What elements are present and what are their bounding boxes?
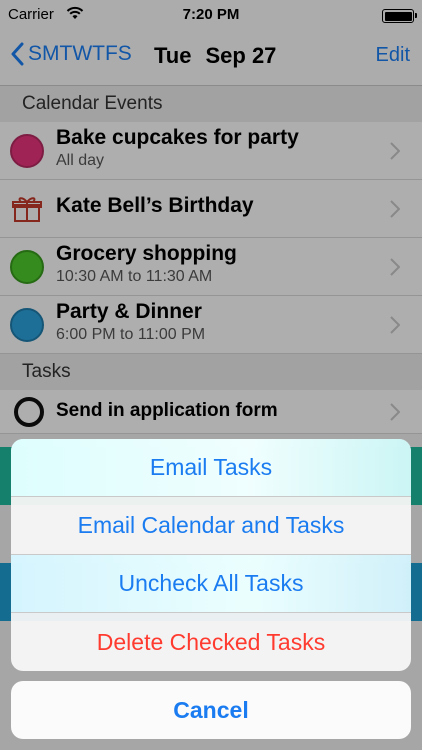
uncheck-all-label: Uncheck All Tasks	[118, 570, 304, 596]
action-sheet: Email Tasks Email Calendar and Tasks Unc…	[11, 439, 411, 671]
email-tasks-label: Email Tasks	[149, 454, 273, 480]
uncheck-all-tasks-button[interactable]: Uncheck All Tasks	[11, 555, 411, 613]
delete-checked-label: Delete Checked Tasks	[96, 628, 326, 655]
email-calendar-label: Email Calendar and Tasks	[77, 512, 345, 538]
email-calendar-tasks-button[interactable]: Email Calendar and Tasks	[11, 497, 411, 555]
delete-checked-tasks-button[interactable]: Delete Checked Tasks	[11, 613, 411, 671]
cancel-label: Cancel	[173, 696, 249, 723]
email-tasks-button[interactable]: Email Tasks	[11, 439, 411, 497]
cancel-button[interactable]: Cancel	[11, 681, 411, 739]
